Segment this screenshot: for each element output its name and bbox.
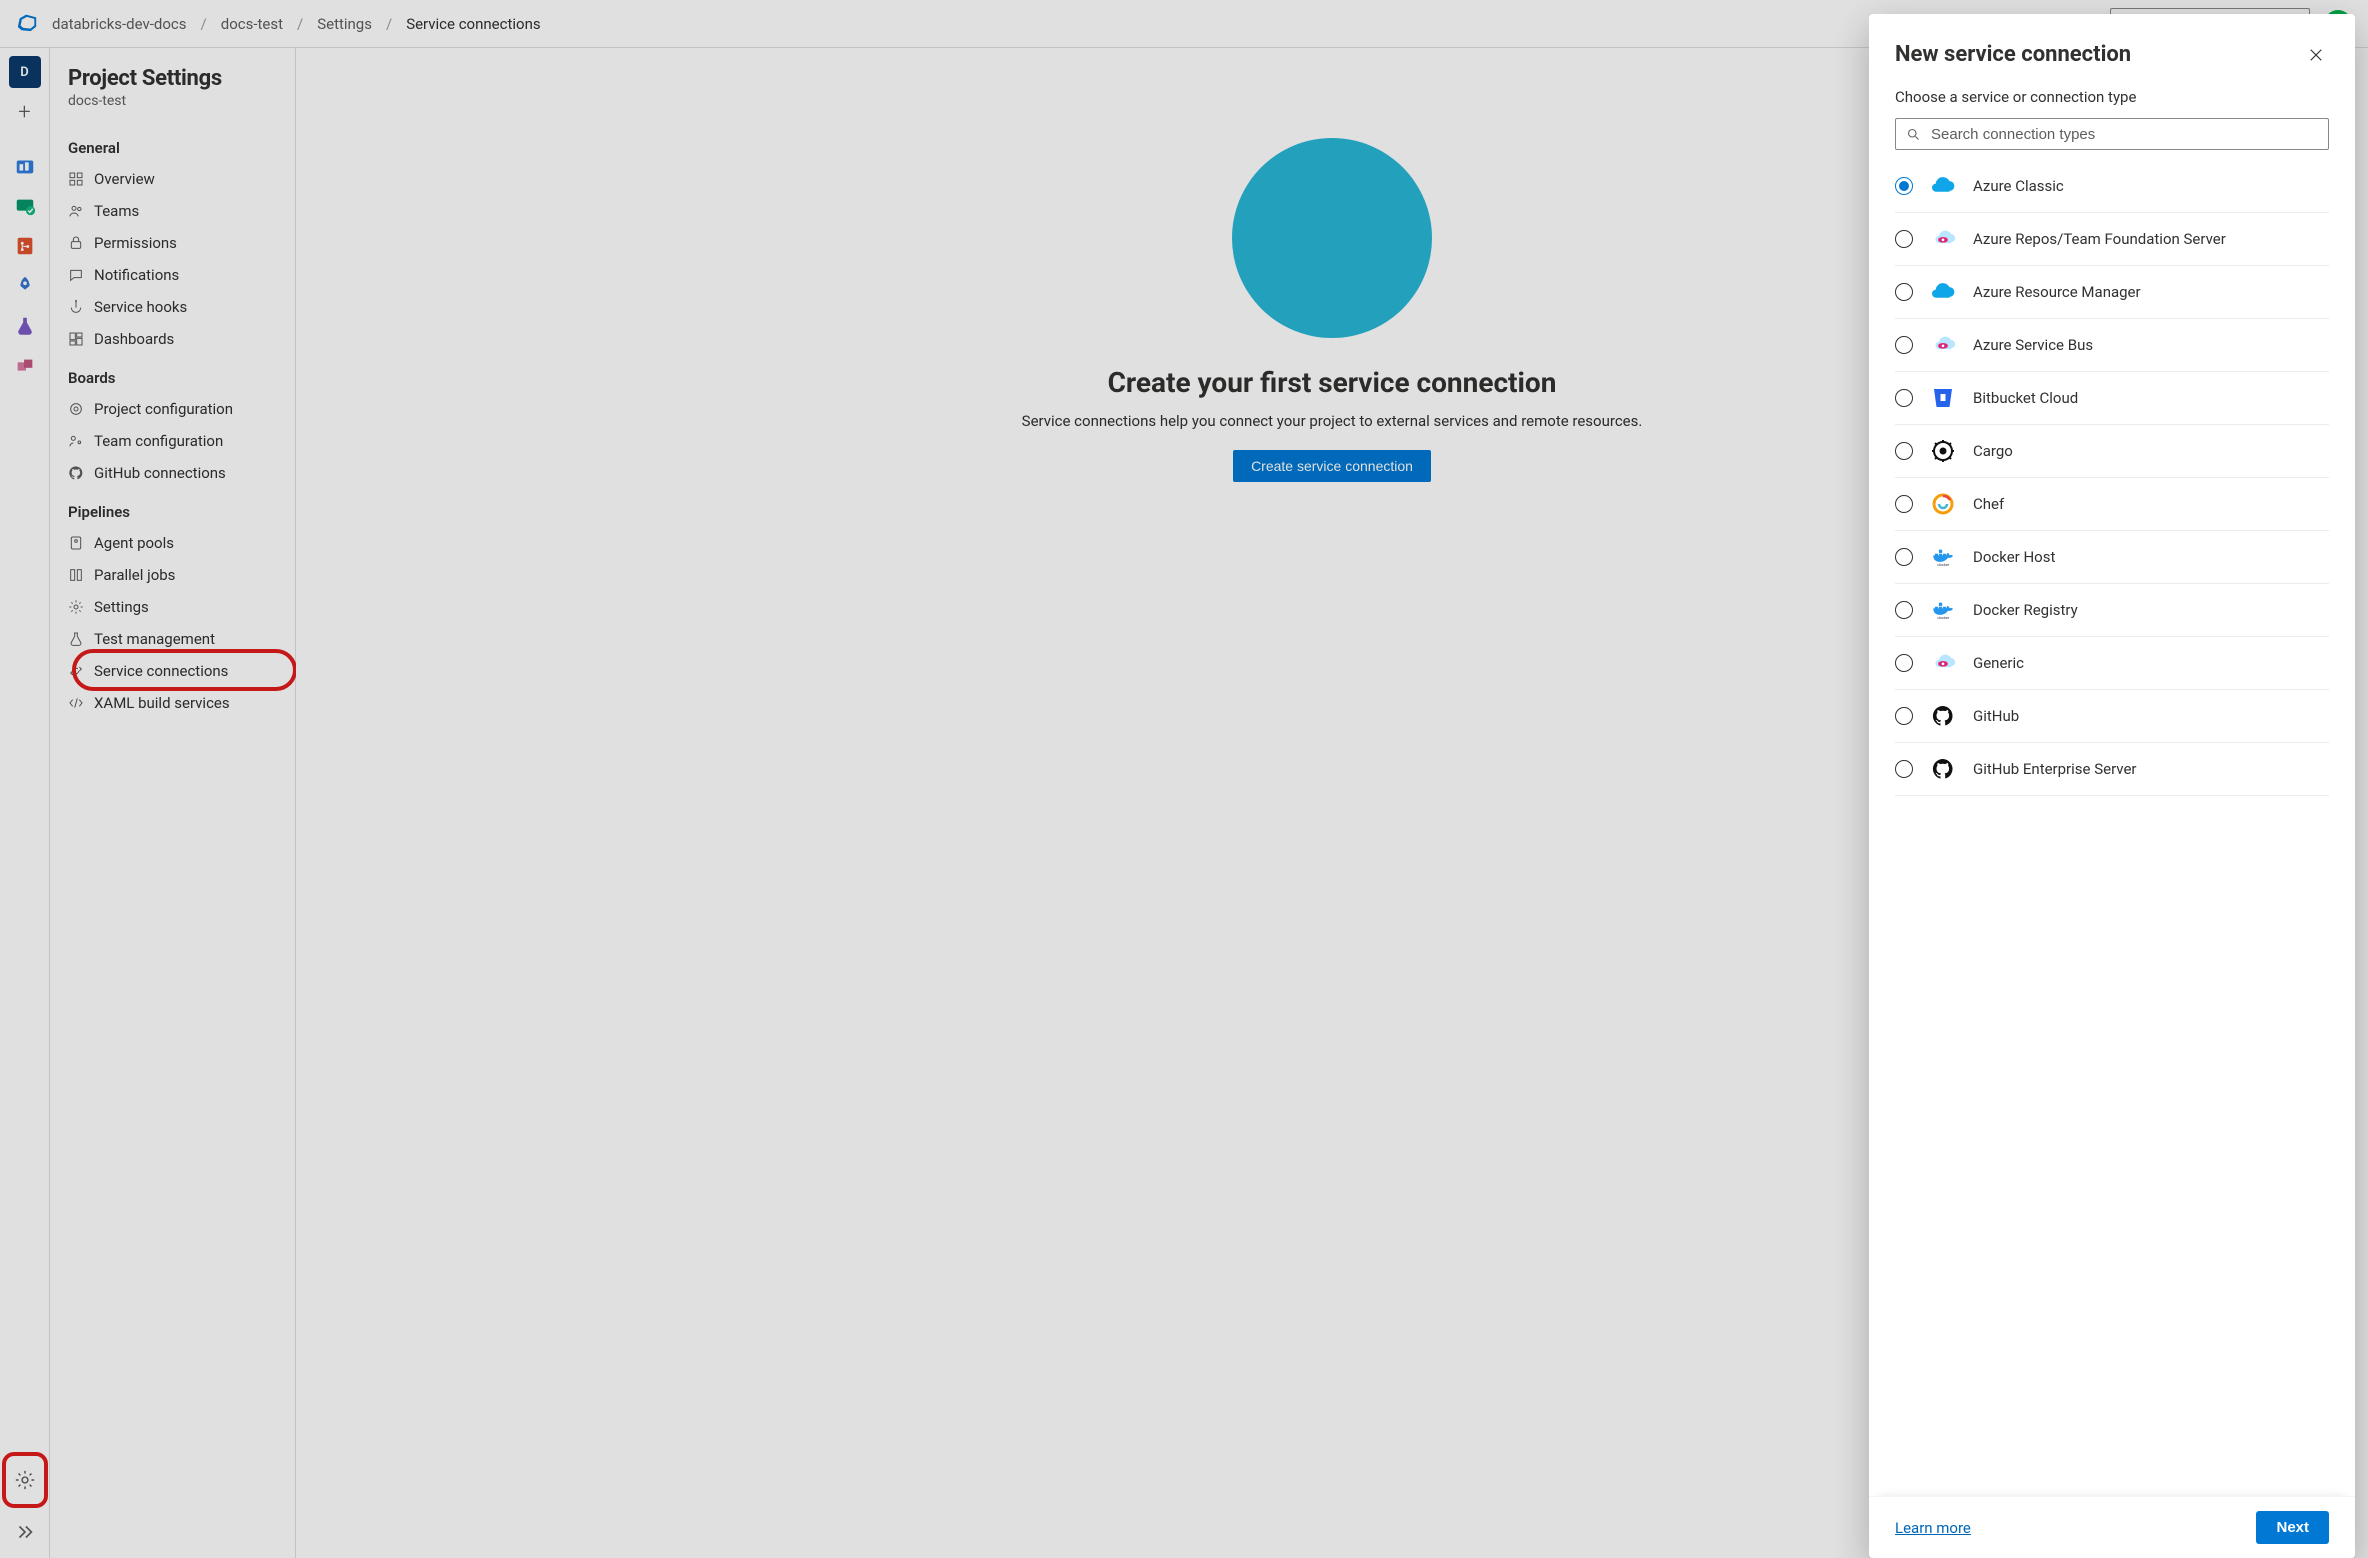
connection-type-option[interactable]: docker Docker Host bbox=[1895, 531, 2329, 584]
azure-cloud-icon bbox=[1929, 172, 1957, 200]
connection-type-option[interactable]: Azure Classic bbox=[1895, 160, 2329, 213]
radio-button[interactable] bbox=[1895, 442, 1913, 460]
connection-type-label: GitHub bbox=[1973, 707, 2019, 725]
connection-type-option[interactable]: GitHub Enterprise Server bbox=[1895, 743, 2329, 796]
connection-type-label: Bitbucket Cloud bbox=[1973, 389, 2078, 407]
connection-type-option[interactable]: Generic bbox=[1895, 637, 2329, 690]
search-connection-types-input[interactable] bbox=[1931, 126, 2318, 143]
connection-type-option[interactable]: Azure Resource Manager bbox=[1895, 266, 2329, 319]
chef-icon bbox=[1929, 490, 1957, 518]
svg-text:docker: docker bbox=[1937, 562, 1950, 567]
radio-button[interactable] bbox=[1895, 654, 1913, 672]
svg-text:docker: docker bbox=[1937, 615, 1950, 620]
github-icon bbox=[1929, 755, 1957, 783]
connection-type-label: Docker Host bbox=[1973, 548, 2055, 566]
bitbucket-icon bbox=[1929, 384, 1957, 412]
radio-button[interactable] bbox=[1895, 336, 1913, 354]
connection-type-option[interactable]: Bitbucket Cloud bbox=[1895, 372, 2329, 425]
new-service-connection-dialog: New service connection Choose a service … bbox=[1869, 14, 2355, 1558]
azure-cloud-icon bbox=[1929, 278, 1957, 306]
github-icon bbox=[1929, 702, 1957, 730]
connection-type-label: Generic bbox=[1973, 654, 2024, 672]
connection-type-option[interactable]: GitHub bbox=[1895, 690, 2329, 743]
connection-type-label: Azure Service Bus bbox=[1973, 336, 2093, 354]
radio-button[interactable] bbox=[1895, 548, 1913, 566]
radio-button[interactable] bbox=[1895, 707, 1913, 725]
azure-devops-icon bbox=[1929, 331, 1957, 359]
radio-button[interactable] bbox=[1895, 177, 1913, 195]
connection-type-label: Docker Registry bbox=[1973, 601, 2078, 619]
dialog-subtitle: Choose a service or connection type bbox=[1869, 88, 2355, 118]
radio-button[interactable] bbox=[1895, 601, 1913, 619]
connection-type-option[interactable]: Cargo bbox=[1895, 425, 2329, 478]
connection-type-option[interactable]: Azure Repos/Team Foundation Server bbox=[1895, 213, 2329, 266]
next-button[interactable]: Next bbox=[2256, 1511, 2329, 1544]
connection-type-list: Azure Classic Azure Repos/Team Foundation… bbox=[1895, 160, 2337, 1496]
search-connection-types[interactable] bbox=[1895, 118, 2329, 150]
connection-type-label: Chef bbox=[1973, 495, 2004, 513]
connection-type-label: Cargo bbox=[1973, 442, 2013, 460]
connection-type-option[interactable]: docker Docker Registry bbox=[1895, 584, 2329, 637]
close-icon bbox=[2307, 46, 2325, 64]
dialog-title: New service connection bbox=[1895, 42, 2131, 67]
radio-button[interactable] bbox=[1895, 230, 1913, 248]
connection-type-label: Azure Classic bbox=[1973, 177, 2064, 195]
radio-button[interactable] bbox=[1895, 495, 1913, 513]
radio-button[interactable] bbox=[1895, 389, 1913, 407]
connection-type-label: Azure Repos/Team Foundation Server bbox=[1973, 230, 2226, 248]
connection-type-label: GitHub Enterprise Server bbox=[1973, 760, 2137, 778]
cargo-icon bbox=[1929, 437, 1957, 465]
connection-type-option[interactable]: Azure Service Bus bbox=[1895, 319, 2329, 372]
radio-button[interactable] bbox=[1895, 283, 1913, 301]
docker-icon: docker bbox=[1929, 596, 1957, 624]
docker-icon: docker bbox=[1929, 543, 1957, 571]
connection-type-label: Azure Resource Manager bbox=[1973, 283, 2141, 301]
dialog-close-button[interactable] bbox=[2303, 42, 2329, 72]
radio-button[interactable] bbox=[1895, 760, 1913, 778]
learn-more-link[interactable]: Learn more bbox=[1895, 1519, 1971, 1537]
search-icon bbox=[1906, 127, 1921, 142]
connection-type-option[interactable]: Chef bbox=[1895, 478, 2329, 531]
azure-devops-icon bbox=[1929, 649, 1957, 677]
azure-devops-icon bbox=[1929, 225, 1957, 253]
